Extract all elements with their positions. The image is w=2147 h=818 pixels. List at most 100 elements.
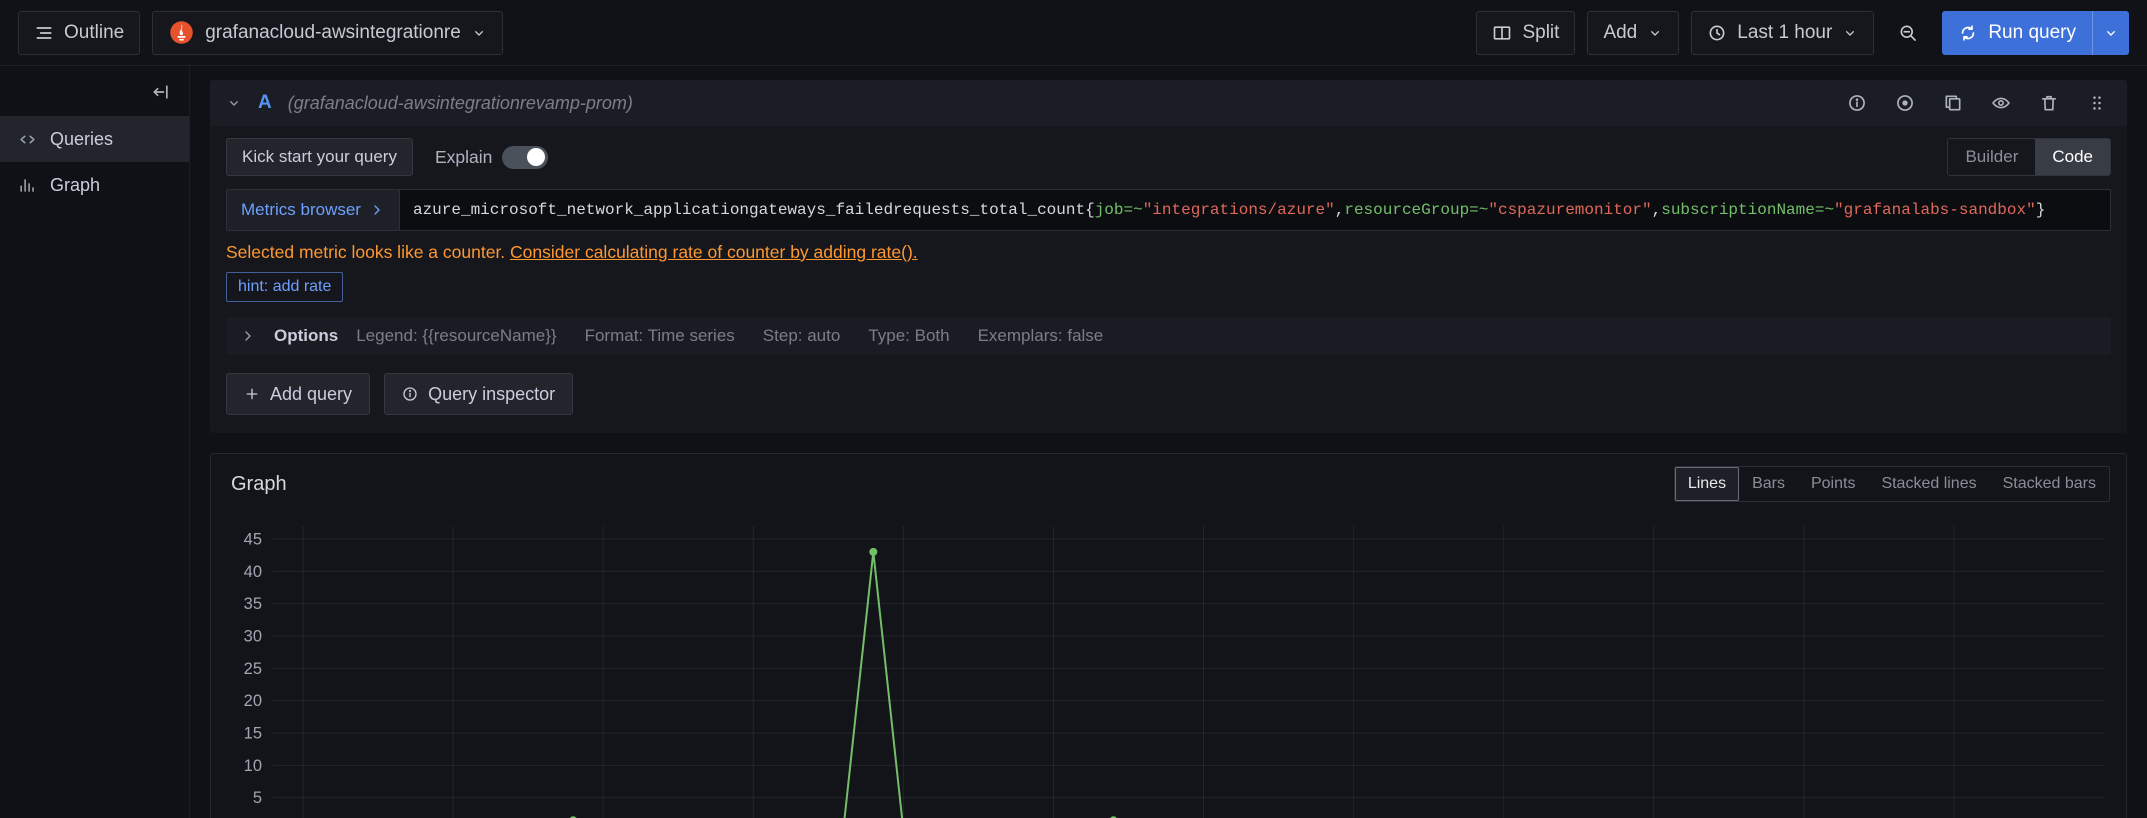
add-button[interactable]: Add — [1587, 11, 1679, 55]
toggle-query-visibility-button[interactable] — [1987, 89, 2015, 117]
query-token-op: =~ — [1815, 201, 1834, 219]
query-row-header[interactable]: A (grafanacloud-awsintegrationrevamp-pro… — [210, 80, 2127, 126]
zoom-out-button[interactable] — [1886, 11, 1930, 55]
query-actions-row: Add query Query inspector — [226, 373, 2111, 415]
explain-control: Explain — [435, 146, 548, 169]
graph-style-points[interactable]: Points — [1798, 467, 1868, 501]
time-series-chart[interactable]: 05101520253035404512:0012:0512:1012:1512… — [227, 512, 2110, 818]
hint-row: hint: add rate — [226, 272, 2111, 302]
code-icon — [18, 130, 37, 149]
query-token-punct: , — [1652, 201, 1662, 219]
sync-icon — [1958, 23, 1978, 43]
datasource-name: grafanacloud-awsintegrationre — [205, 22, 461, 44]
query-toolbar-row: Kick start your query Explain Builder Co… — [226, 138, 2111, 176]
svg-text:25: 25 — [244, 660, 262, 678]
info-circle-icon — [402, 386, 418, 402]
query-info-button[interactable] — [1843, 89, 1871, 117]
copy-query-button[interactable] — [1939, 89, 1967, 117]
explain-label: Explain — [435, 147, 492, 168]
chevron-right-icon — [369, 202, 385, 218]
sidebar-collapse-row — [0, 70, 189, 116]
add-query-label: Add query — [270, 384, 352, 405]
sidebar-item-graph[interactable]: Graph — [0, 162, 189, 208]
add-label: Add — [1603, 22, 1637, 44]
grafana-explore-page: { "topbar": { "outline_label": "Outline"… — [0, 0, 2147, 818]
query-token-op: =~ — [1124, 201, 1143, 219]
query-token-label: job — [1095, 201, 1124, 219]
eye-icon — [1991, 93, 2011, 113]
options-legend: Legend: {{resourceName}} — [356, 326, 556, 346]
query-token-string: "grafanalabs-sandbox" — [1834, 201, 2036, 219]
sidebar-item-label: Queries — [50, 129, 113, 150]
hint-add-rate-button[interactable]: hint: add rate — [226, 272, 343, 302]
counter-warning: Selected metric looks like a counter. Co… — [226, 242, 2111, 263]
graph-style-stacked-bars[interactable]: Stacked bars — [1990, 467, 2109, 501]
outline-label: Outline — [64, 22, 124, 44]
add-query-button[interactable]: Add query — [226, 373, 370, 415]
query-inspector-button[interactable]: Query inspector — [384, 373, 573, 415]
query-token-op: =~ — [1469, 201, 1488, 219]
svg-text:10: 10 — [244, 757, 262, 775]
run-query-caret-button[interactable] — [2092, 11, 2129, 55]
main-content: A (grafanacloud-awsintegrationrevamp-pro… — [190, 66, 2147, 818]
rate-suggestion-link[interactable]: Consider calculating rate of counter by … — [510, 242, 918, 262]
sidebar-item-queries[interactable]: Queries — [0, 116, 189, 162]
kick-start-label: Kick start your query — [242, 147, 397, 167]
metrics-browser-button[interactable]: Metrics browser — [226, 189, 399, 231]
split-icon — [1492, 23, 1512, 43]
query-token-label: subscriptionName — [1661, 201, 1815, 219]
options-summary: Legend: {{resourceName}} Format: Time se… — [356, 326, 1103, 346]
remove-query-button[interactable] — [2035, 89, 2063, 117]
run-query-label: Run query — [1988, 22, 2076, 44]
split-label: Split — [1522, 22, 1559, 44]
query-record-button[interactable] — [1891, 89, 1919, 117]
query-token-metric: azure_microsoft_network_applicationgatew… — [413, 201, 1085, 219]
options-exemplars: Exemplars: false — [978, 326, 1104, 346]
chevron-down-icon — [2103, 25, 2119, 41]
split-button[interactable]: Split — [1476, 11, 1575, 55]
svg-text:20: 20 — [244, 692, 262, 710]
svg-text:5: 5 — [253, 789, 262, 807]
collapse-query-chevron-icon[interactable] — [226, 95, 242, 111]
datasource-picker[interactable]: grafanacloud-awsintegrationre — [152, 11, 503, 55]
kick-start-query-button[interactable]: Kick start your query — [226, 138, 413, 176]
query-inspector-label: Query inspector — [428, 384, 555, 405]
editor-mode-group: Builder Code — [1947, 138, 2111, 176]
options-format: Format: Time series — [585, 326, 735, 346]
chevron-right-icon — [240, 328, 256, 344]
query-input-row: Metrics browser azure_microsoft_network_… — [226, 189, 2111, 231]
options-label: Options — [274, 326, 338, 346]
query-token-string: "integrations/azure" — [1143, 201, 1335, 219]
record-circle-icon — [1895, 93, 1915, 113]
outline-button[interactable]: Outline — [18, 11, 140, 55]
sidebar-item-label: Graph — [50, 175, 100, 196]
svg-text:40: 40 — [244, 563, 262, 581]
graph-style-stacked-lines[interactable]: Stacked lines — [1868, 467, 1989, 501]
graph-style-lines[interactable]: Lines — [1675, 467, 1739, 501]
query-datasource-hint: (grafanacloud-awsintegrationrevamp-prom) — [288, 93, 633, 114]
graph-style-group: Lines Bars Points Stacked lines Stacked … — [1674, 466, 2110, 502]
code-mode-button[interactable]: Code — [2035, 139, 2110, 175]
chevron-down-icon — [1842, 25, 1858, 41]
graph-style-bars[interactable]: Bars — [1739, 467, 1798, 501]
info-circle-icon — [1847, 93, 1867, 113]
toolbar-left: Outline grafanacloud-awsintegrationre — [18, 11, 503, 55]
collapse-pane-button[interactable] — [147, 78, 175, 106]
options-collapsed-row[interactable]: Options Legend: {{resourceName}} Format:… — [226, 317, 2111, 355]
drag-query-handle[interactable] — [2083, 89, 2111, 117]
promql-query-input[interactable]: azure_microsoft_network_applicationgatew… — [399, 189, 2111, 231]
explain-toggle[interactable] — [502, 146, 548, 169]
run-query-button[interactable]: Run query — [1942, 11, 2092, 55]
time-range-picker[interactable]: Last 1 hour — [1691, 11, 1874, 55]
bar-chart-icon — [18, 176, 37, 195]
graph-panel: Graph Lines Bars Points Stacked lines St… — [210, 453, 2127, 818]
sidebar: Queries Graph — [0, 66, 190, 818]
query-token-label: resourceGroup — [1344, 201, 1469, 219]
svg-text:45: 45 — [244, 530, 262, 548]
query-ref-id[interactable]: A — [258, 92, 272, 114]
prometheus-logo-icon — [168, 19, 195, 46]
query-row-body: Kick start your query Explain Builder Co… — [210, 126, 2127, 433]
trash-icon — [2039, 93, 2059, 113]
builder-mode-button[interactable]: Builder — [1948, 139, 2035, 175]
clock-icon — [1707, 23, 1727, 43]
